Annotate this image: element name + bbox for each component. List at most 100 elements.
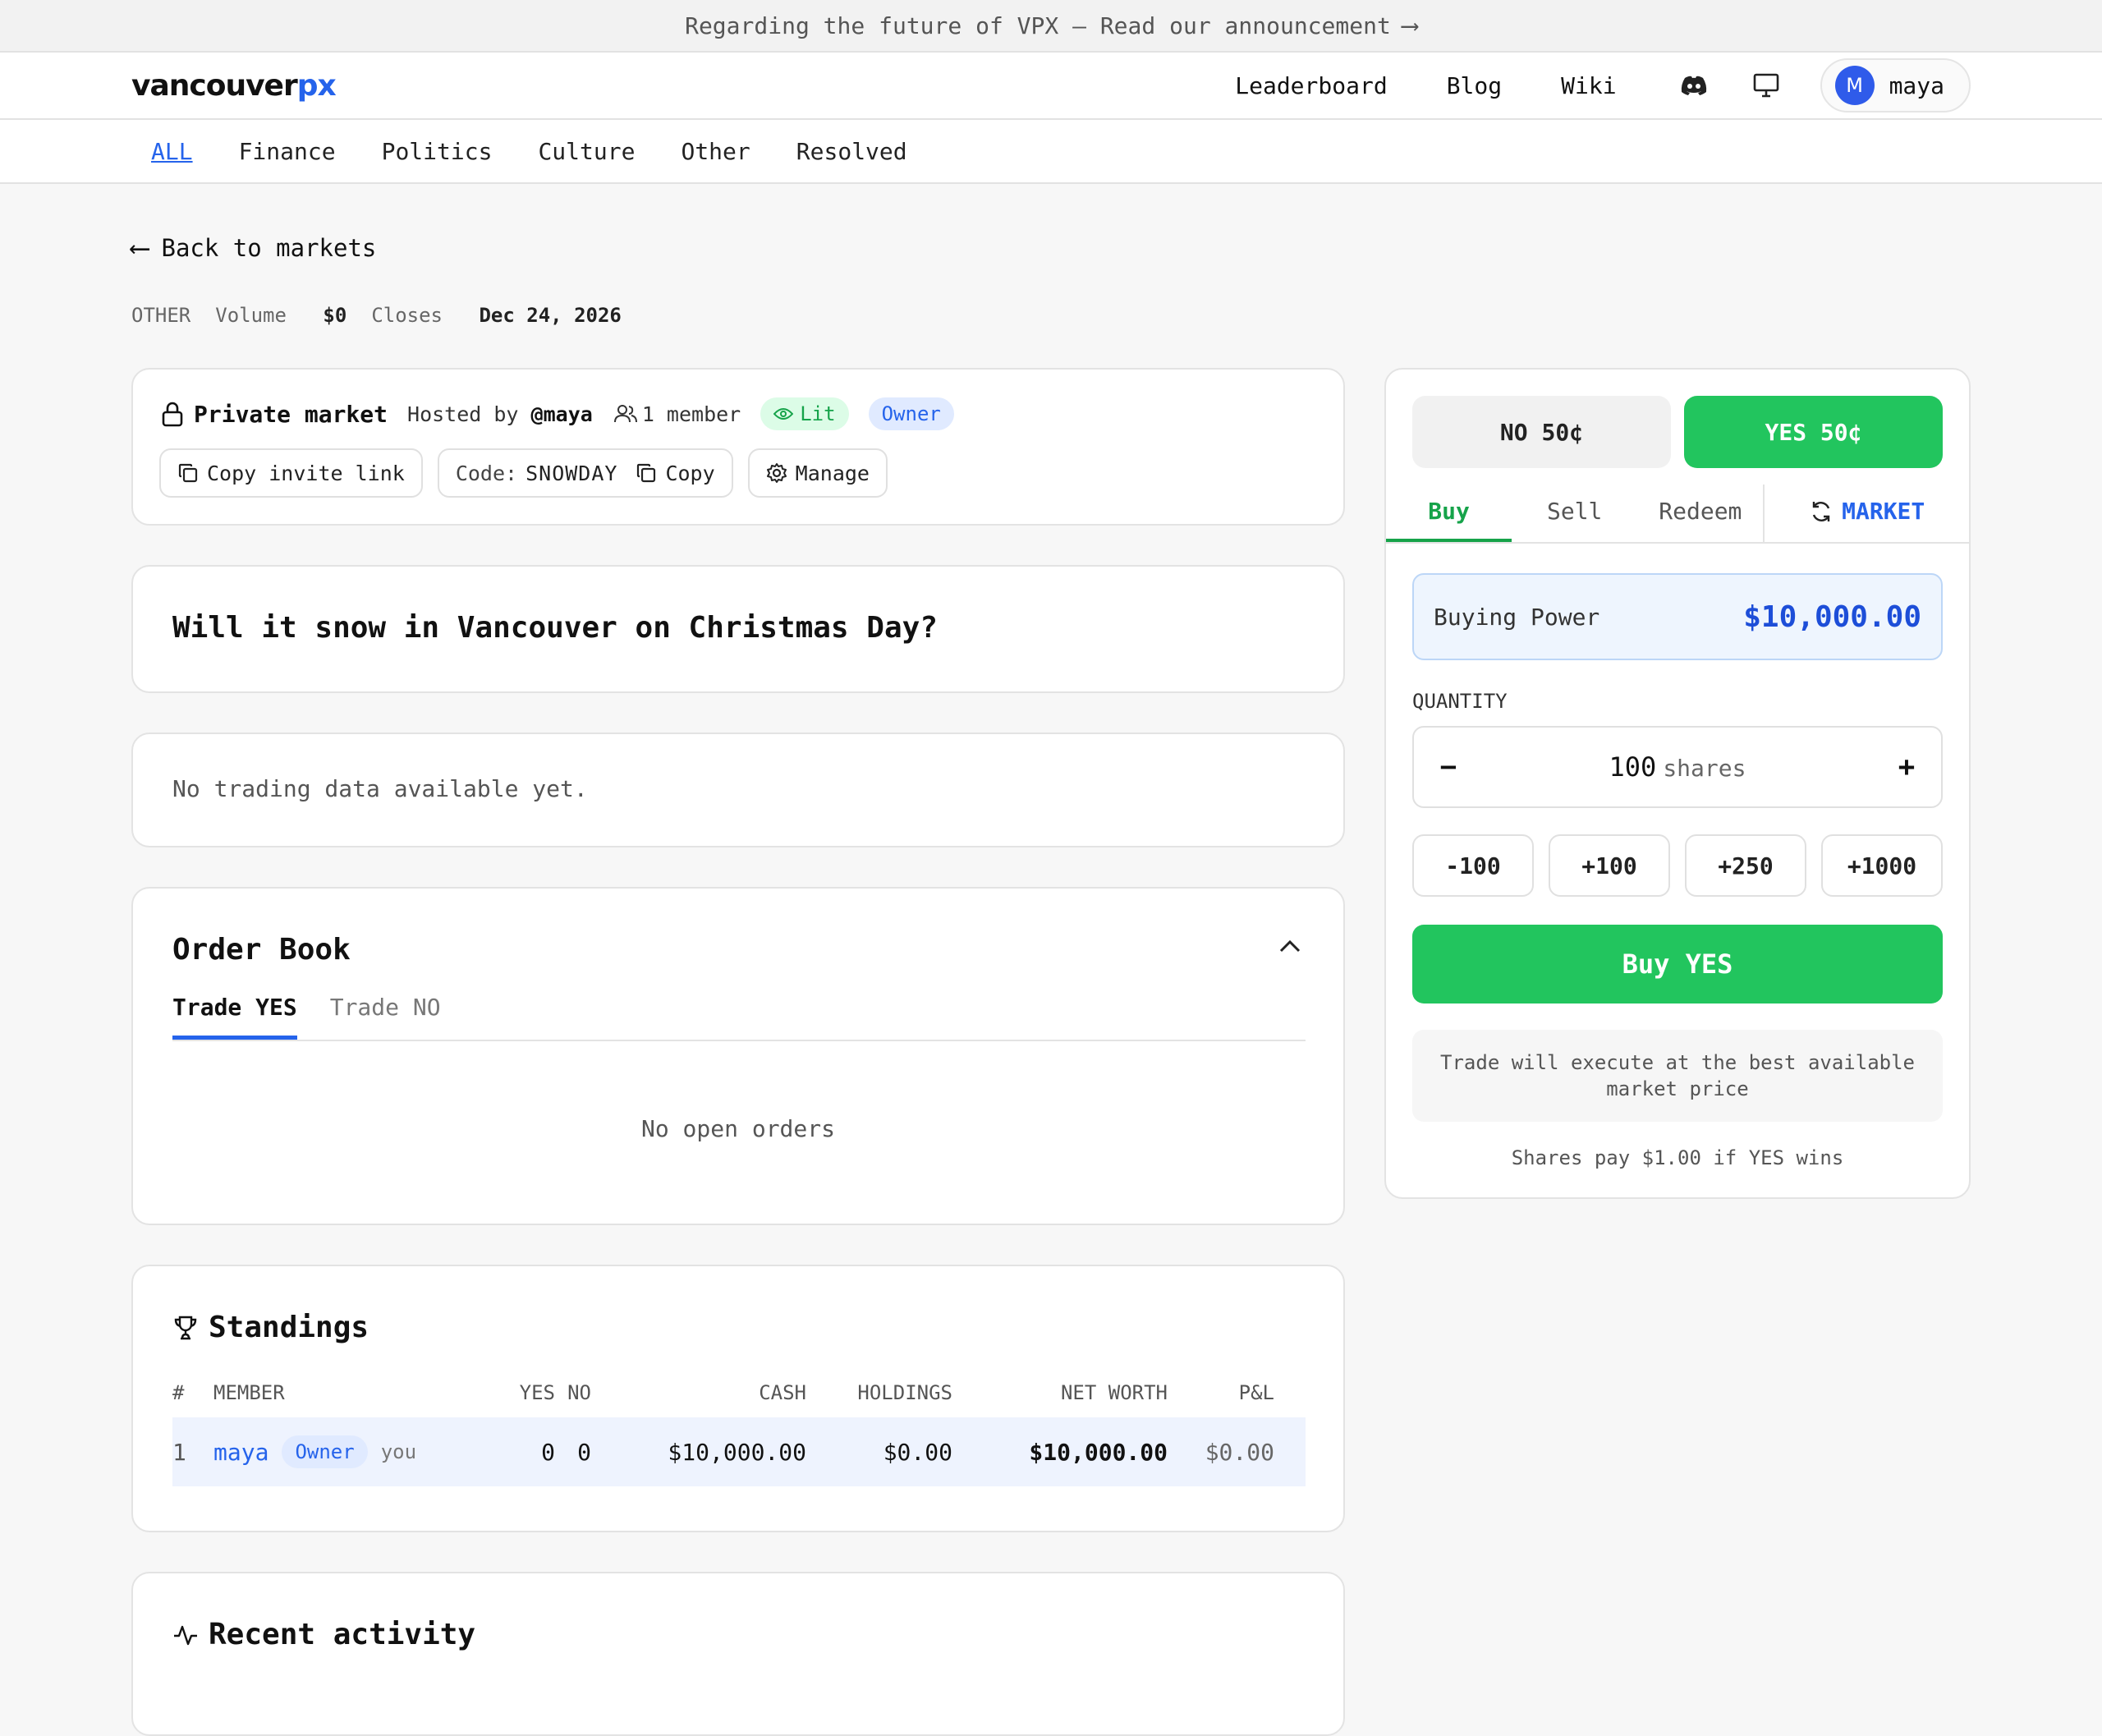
invite-code: SNOWDAY bbox=[526, 461, 618, 485]
you-label: you bbox=[380, 1440, 417, 1463]
row-rank: 1 bbox=[172, 1438, 186, 1466]
preset-plus-100[interactable]: +100 bbox=[1549, 834, 1670, 897]
increment-button[interactable]: + bbox=[1890, 751, 1923, 783]
back-to-markets-link[interactable]: ⟵ Back to markets bbox=[131, 232, 376, 264]
no-trading-data: No trading data available yet. bbox=[172, 775, 588, 802]
buy-yes-button[interactable]: Buy YES bbox=[1412, 925, 1943, 1003]
chevron-up-icon[interactable] bbox=[1278, 938, 1302, 958]
member-link[interactable]: maya bbox=[213, 1439, 268, 1466]
market-closes: Closes Dec 24, 2026 bbox=[371, 304, 622, 327]
copy-icon bbox=[178, 463, 198, 483]
no-open-orders: No open orders bbox=[640, 1115, 835, 1142]
private-market-title: Private market bbox=[194, 400, 388, 428]
row-member: maya Owner you bbox=[213, 1435, 509, 1468]
standings-card: Standings # MEMBER YES NO CASH HOLDINGS … bbox=[131, 1265, 1345, 1532]
tab-trade-yes[interactable]: Trade YES bbox=[172, 994, 297, 1040]
arrow-right-icon: ⟶ bbox=[1402, 11, 1417, 40]
announcement-text[interactable]: Regarding the future of VPX — Read our a… bbox=[685, 12, 1391, 39]
discord-icon[interactable] bbox=[1676, 67, 1712, 103]
category-nav: ALL Finance Politics Culture Other Resol… bbox=[0, 120, 2102, 184]
recent-activity-title: Recent activity bbox=[172, 1618, 475, 1651]
copy-icon bbox=[637, 463, 656, 483]
copy-code-button[interactable]: Copy bbox=[636, 461, 715, 485]
preset-plus-1000[interactable]: +1000 bbox=[1821, 834, 1943, 897]
refresh-icon bbox=[1812, 502, 1830, 521]
users-icon bbox=[613, 405, 637, 423]
yes-outcome-button[interactable]: YES 50¢ bbox=[1684, 396, 1943, 468]
row-cash: $10,000.00 bbox=[668, 1438, 806, 1466]
execution-note: Trade will execute at the best available… bbox=[1412, 1030, 1943, 1122]
row-net-worth: $10,000.00 bbox=[1029, 1438, 1168, 1466]
private-market-info: Private market Hosted by @maya 1 member … bbox=[161, 397, 954, 430]
nav-right: Leaderboard Blog Wiki M maya bbox=[1235, 58, 1971, 113]
decrement-button[interactable]: − bbox=[1432, 751, 1465, 783]
user-menu[interactable]: M maya bbox=[1820, 58, 1971, 113]
standings-title: Standings bbox=[172, 1311, 369, 1344]
market-volume: Volume $0 bbox=[215, 304, 347, 327]
quantity-label: QUANTITY bbox=[1412, 690, 1508, 713]
question-card: Will it snow in Vancouver on Christmas D… bbox=[131, 565, 1345, 693]
arrow-left-icon: ⟵ bbox=[131, 232, 149, 264]
order-type-toggle[interactable]: MARKET bbox=[1765, 485, 1969, 542]
monitor-icon[interactable] bbox=[1748, 67, 1784, 103]
lock-icon bbox=[162, 402, 183, 427]
standings-header: # MEMBER YES NO CASH HOLDINGS NET WORTH … bbox=[172, 1378, 1306, 1408]
closes-label: Closes bbox=[371, 304, 443, 327]
preset-minus-100[interactable]: -100 bbox=[1412, 834, 1534, 897]
code-label: Code: bbox=[455, 461, 518, 485]
trade-mode-tabs: Buy Sell Redeem MARKET bbox=[1386, 485, 1969, 544]
category-other[interactable]: Other bbox=[681, 138, 750, 165]
owner-badge: Owner bbox=[282, 1435, 368, 1468]
category-politics[interactable]: Politics bbox=[382, 138, 493, 165]
top-nav: vancouverpx Leaderboard Blog Wiki M maya bbox=[0, 53, 2102, 120]
quantity-stepper: − 100 shares + bbox=[1412, 726, 1943, 808]
quantity-unit: shares bbox=[1663, 755, 1746, 782]
logo-part-1: vancouver bbox=[131, 68, 298, 103]
category-culture[interactable]: Culture bbox=[538, 138, 635, 165]
invite-code-box: Code: SNOWDAY Copy bbox=[437, 448, 733, 498]
copy-invite-label: Copy invite link bbox=[207, 461, 405, 485]
nav-wiki[interactable]: Wiki bbox=[1561, 72, 1616, 99]
header-net-worth: NET WORTH bbox=[1060, 1381, 1168, 1404]
announcement-bar[interactable]: Regarding the future of VPX — Read our a… bbox=[0, 0, 2102, 53]
logo[interactable]: vancouverpx bbox=[131, 68, 337, 103]
header-member: MEMBER bbox=[213, 1381, 285, 1404]
username: maya bbox=[1889, 71, 1944, 99]
copy-code-label: Copy bbox=[665, 461, 715, 485]
hosted-by: Hosted by @maya bbox=[407, 402, 593, 426]
manage-button[interactable]: Manage bbox=[747, 448, 888, 498]
outcome-selector: NO 50¢ YES 50¢ bbox=[1412, 396, 1943, 468]
market-question: Will it snow in Vancouver on Christmas D… bbox=[172, 611, 938, 645]
header-holdings: HOLDINGS bbox=[857, 1381, 952, 1404]
tab-trade-no[interactable]: Trade NO bbox=[330, 994, 441, 1040]
row-no: 0 bbox=[577, 1438, 591, 1466]
category-resolved[interactable]: Resolved bbox=[796, 138, 907, 165]
header-cash: CASH bbox=[759, 1381, 806, 1404]
price-chart-card: No trading data available yet. bbox=[131, 733, 1345, 847]
category-finance[interactable]: Finance bbox=[239, 138, 336, 165]
no-outcome-button[interactable]: NO 50¢ bbox=[1412, 396, 1671, 468]
order-type-label: MARKET bbox=[1842, 498, 1925, 525]
tab-sell[interactable]: Sell bbox=[1512, 485, 1637, 542]
manage-label: Manage bbox=[795, 461, 870, 485]
buying-power-box: Buying Power $10,000.00 bbox=[1412, 573, 1943, 660]
quantity-field[interactable]: 100 shares bbox=[1609, 751, 1746, 783]
back-label: Back to markets bbox=[161, 234, 377, 262]
row-holdings: $0.00 bbox=[883, 1438, 952, 1466]
row-pl: $0.00 bbox=[1205, 1438, 1274, 1466]
tab-redeem[interactable]: Redeem bbox=[1637, 485, 1763, 542]
activity-icon bbox=[174, 1625, 197, 1645]
nav-blog[interactable]: Blog bbox=[1447, 72, 1502, 99]
tab-buy[interactable]: Buy bbox=[1386, 485, 1512, 542]
copy-invite-link-button[interactable]: Copy invite link bbox=[159, 448, 423, 498]
buying-power-label: Buying Power bbox=[1434, 603, 1600, 631]
row-yes: 0 bbox=[541, 1438, 555, 1466]
recent-activity-title-text: Recent activity bbox=[209, 1618, 476, 1651]
logo-part-2: px bbox=[296, 68, 337, 103]
preset-plus-250[interactable]: +250 bbox=[1685, 834, 1806, 897]
nav-leaderboard[interactable]: Leaderboard bbox=[1235, 72, 1387, 99]
table-row: 1 maya Owner you 0 0 $10,000.00 $0.00 $1… bbox=[172, 1417, 1306, 1486]
header-yes: YES bbox=[519, 1381, 555, 1404]
header-no: NO bbox=[567, 1381, 591, 1404]
category-all[interactable]: ALL bbox=[151, 138, 193, 165]
